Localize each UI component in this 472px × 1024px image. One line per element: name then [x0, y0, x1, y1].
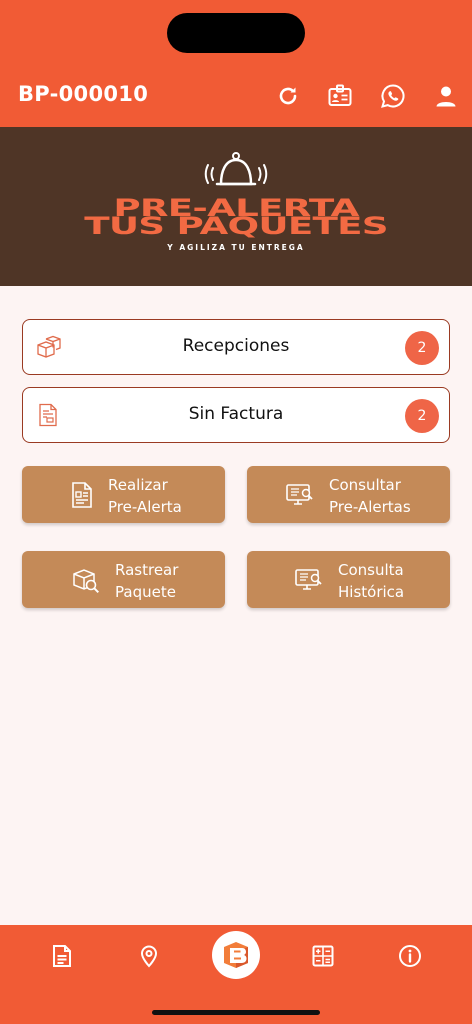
bell-icon — [204, 152, 268, 186]
home-logo-icon[interactable] — [212, 931, 260, 979]
sin-factura-card[interactable]: Sin Factura 2 — [22, 387, 450, 443]
document-icon[interactable] — [49, 943, 75, 969]
app-header: BP-000010 — [0, 0, 472, 127]
package-search-icon — [73, 569, 100, 594]
tile-line2: Pre-Alertas — [329, 498, 411, 516]
refresh-icon[interactable] — [274, 82, 302, 110]
monitor-search-icon — [286, 484, 313, 505]
monitor-history-icon — [295, 569, 322, 590]
recepciones-count-badge: 2 — [405, 331, 439, 365]
whatsapp-icon[interactable] — [379, 82, 407, 110]
id-card-icon[interactable] — [326, 82, 354, 110]
tile-line2: Paquete — [115, 583, 176, 601]
user-icon[interactable] — [432, 82, 460, 110]
rastrear-paquete-button[interactable]: Rastrear Paquete — [22, 551, 225, 608]
camera-notch — [167, 13, 305, 53]
home-indicator — [152, 1010, 320, 1015]
calculator-icon[interactable] — [310, 943, 336, 969]
info-icon[interactable] — [397, 943, 423, 969]
new-document-icon — [72, 482, 92, 508]
sin-factura-count-badge: 2 — [405, 399, 439, 433]
realizar-pre-alerta-button[interactable]: Realizar Pre-Alerta — [22, 466, 225, 523]
sin-factura-label: Sin Factura — [188, 404, 284, 424]
tile-line1: Realizar — [108, 476, 168, 494]
tile-line1: Consulta — [338, 561, 404, 579]
recepciones-card[interactable]: Recepciones 2 — [22, 319, 450, 375]
banner-subtitle: Y AGILIZA TU ENTREGA — [167, 243, 305, 252]
tile-line2: Histórica — [338, 583, 405, 601]
tile-line2: Pre-Alerta — [108, 498, 182, 516]
consultar-pre-alertas-button[interactable]: Consultar Pre-Alertas — [247, 466, 450, 523]
location-pin-icon[interactable] — [136, 943, 162, 969]
recepciones-label: Recepciones — [182, 336, 290, 356]
banner-title-line2: TUS PAQUETES — [84, 212, 388, 240]
consulta-historica-button[interactable]: Consulta Histórica — [247, 551, 450, 608]
tile-line1: Rastrear — [115, 561, 179, 579]
account-id: BP-000010 — [18, 82, 149, 106]
tile-line1: Consultar — [329, 476, 401, 494]
